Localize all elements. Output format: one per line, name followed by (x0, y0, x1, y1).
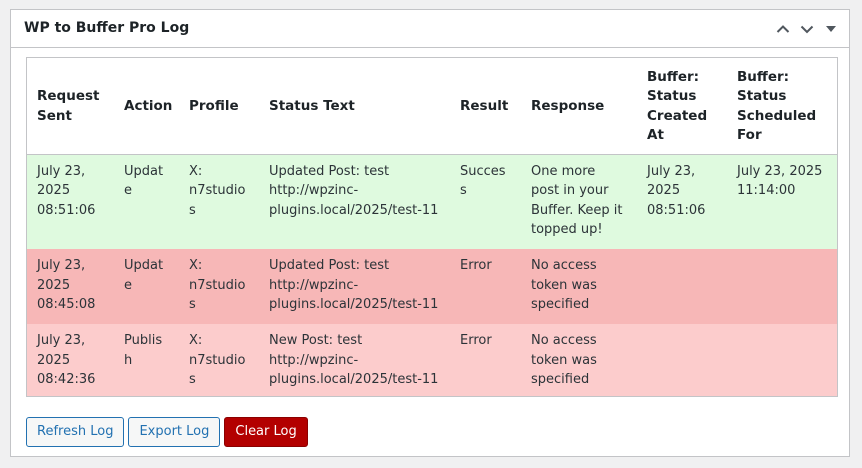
panel-title: WP to Buffer Pro Log (24, 20, 190, 36)
panel-header: WP to Buffer Pro Log (11, 10, 849, 48)
move-down-button[interactable] (795, 17, 819, 41)
cell-created-at: July 23, 2025 08:51:06 (637, 154, 727, 249)
move-up-button[interactable] (771, 17, 795, 41)
column-header-scheduled-for: Buffer: Status Scheduled For (727, 58, 837, 155)
cell-response: No access token was specified (521, 324, 637, 396)
export-log-button[interactable]: Export Log (128, 417, 221, 447)
column-header-result: Result (450, 58, 521, 155)
cell-profile: X: n7studios (179, 154, 259, 249)
cell-status-text: New Post: test http://wpzinc-plugins.loc… (259, 324, 450, 396)
cell-action: Update (114, 249, 179, 324)
column-header-created-at: Buffer: Status Created At (637, 58, 727, 155)
clear-log-button[interactable]: Clear Log (224, 417, 308, 447)
column-header-response: Response (521, 58, 637, 155)
chevron-down-icon (800, 25, 814, 34)
cell-action: Update (114, 154, 179, 249)
log-panel: WP to Buffer Pro Log Request Sent Action… (10, 9, 850, 457)
cell-action: Publish (114, 324, 179, 396)
cell-created-at (637, 249, 727, 324)
panel-handle-actions (771, 17, 843, 41)
cell-response: One more post in your Buffer. Keep it to… (521, 154, 637, 249)
cell-status-text: Updated Post: test http://wpzinc-plugins… (259, 249, 450, 324)
cell-result: Error (450, 249, 521, 324)
table-row: July 23, 2025 08:51:06 Update X: n7studi… (27, 154, 837, 249)
cell-profile: X: n7studios (179, 324, 259, 396)
cell-status-text: Updated Post: test http://wpzinc-plugins… (259, 154, 450, 249)
log-table: Request Sent Action Profile Status Text … (27, 58, 837, 396)
refresh-log-button[interactable]: Refresh Log (26, 417, 125, 447)
log-actions: Refresh Log Export Log Clear Log (26, 417, 308, 447)
cell-request-sent: July 23, 2025 08:51:06 (27, 154, 114, 249)
log-table-container: Request Sent Action Profile Status Text … (26, 57, 838, 397)
column-header-profile: Profile (179, 58, 259, 155)
cell-scheduled-for (727, 249, 837, 324)
cell-request-sent: July 23, 2025 08:42:36 (27, 324, 114, 396)
cell-profile: X: n7studios (179, 249, 259, 324)
table-row: July 23, 2025 08:45:08 Update X: n7studi… (27, 249, 837, 324)
cell-result: Error (450, 324, 521, 396)
cell-request-sent: July 23, 2025 08:45:08 (27, 249, 114, 324)
toggle-panel-button[interactable] (819, 17, 843, 41)
cell-created-at (637, 324, 727, 396)
table-header-row: Request Sent Action Profile Status Text … (27, 58, 837, 155)
table-row: July 23, 2025 08:42:36 Publish X: n7stud… (27, 324, 837, 396)
column-header-action: Action (114, 58, 179, 155)
chevron-up-icon (776, 25, 790, 33)
cell-result: Success (450, 154, 521, 249)
panel-body: Request Sent Action Profile Status Text … (11, 48, 849, 456)
column-header-status-text: Status Text (259, 58, 450, 155)
cell-response: No access token was specified (521, 249, 637, 324)
triangle-down-icon (826, 26, 836, 32)
column-header-request-sent: Request Sent (27, 58, 114, 155)
cell-scheduled-for (727, 324, 837, 396)
cell-scheduled-for: July 23, 2025 11:14:00 (727, 154, 837, 249)
